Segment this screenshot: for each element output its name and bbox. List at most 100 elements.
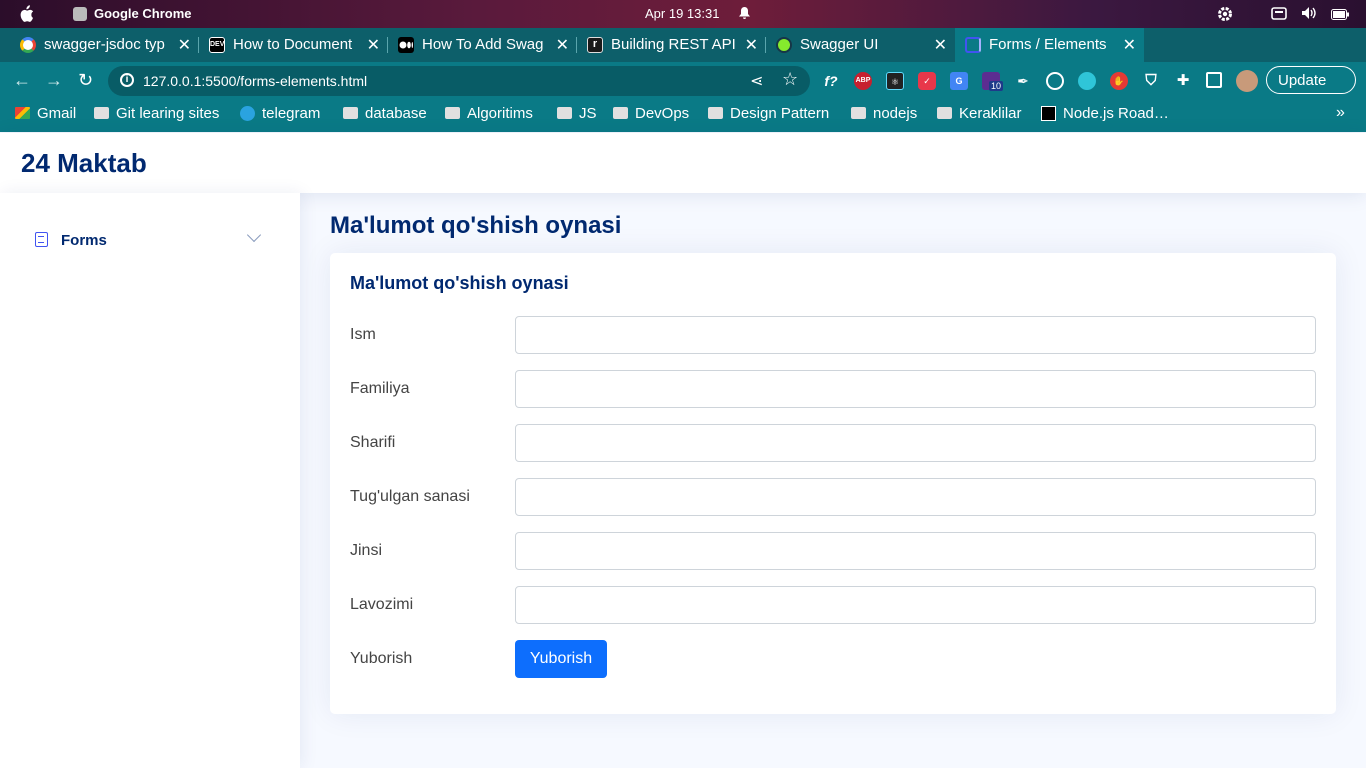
gmail-icon (15, 107, 30, 119)
roadmap-icon (1041, 106, 1056, 121)
roadmap-icon: r (587, 37, 603, 53)
shield-extension-icon[interactable]: ⛉ (1142, 72, 1160, 90)
tab-title: Swagger UI (800, 36, 879, 53)
form-row-familiya: Familiya (350, 370, 1316, 408)
google-icon (20, 37, 36, 53)
bookmark-design-pattern[interactable]: Design Pattern (708, 105, 829, 122)
battery-icon[interactable] (1331, 8, 1349, 23)
google-translate-icon[interactable]: G (950, 72, 968, 90)
tab-close-icon[interactable]: ✕ (178, 35, 191, 55)
bookmark-algoritims[interactable]: Algoritims (445, 105, 533, 122)
adblock-plus-icon[interactable]: ABP (854, 72, 872, 90)
tab-forms-elements[interactable]: Forms / Elements ✕ (955, 28, 1144, 62)
apple-icon[interactable] (18, 5, 34, 23)
lavozimi-input[interactable] (515, 586, 1316, 624)
tab-title: Building REST API (611, 36, 736, 53)
bell-icon[interactable] (739, 7, 750, 23)
url-text[interactable]: 127.0.0.1:5500/forms-elements.html (143, 73, 367, 89)
address-bar[interactable]: i 127.0.0.1:5500/forms-elements.html ⋖ ☆ (108, 66, 810, 96)
folder-icon (445, 107, 460, 119)
keyboard-icon[interactable] (1271, 7, 1287, 23)
share-icon[interactable]: ⋖ (750, 71, 763, 91)
card-title: Ma'lumot qo'shish oynasi (350, 273, 569, 293)
tab-close-icon[interactable]: ✕ (1123, 35, 1136, 55)
form-row-ism: Ism (350, 316, 1316, 354)
bookmark-js[interactable]: JS (557, 105, 597, 122)
bookmark-nodejs-roadmap[interactable]: Node.js Road… (1041, 105, 1169, 122)
ism-input[interactable] (515, 316, 1316, 354)
bookmark-git-learing-sites[interactable]: Git learing sites (94, 105, 219, 122)
update-button[interactable]: Update (1266, 66, 1356, 94)
bookmark-star-icon[interactable]: ☆ (782, 69, 798, 90)
tab-close-icon[interactable]: ✕ (934, 35, 947, 55)
submit-button[interactable]: Yuborish (515, 640, 607, 678)
circle-target-extension-icon[interactable] (1046, 72, 1064, 90)
forward-arrow-icon[interactable]: → (45, 70, 63, 91)
sharifi-input[interactable] (515, 424, 1316, 462)
sidebar-item-forms[interactable]: Forms (20, 223, 280, 259)
tab-swagger-ui[interactable]: Swagger UI ✕ (766, 28, 955, 62)
niceadmin-logo-icon (965, 37, 981, 53)
sidebar-item-label: Forms (61, 232, 107, 249)
settings-gear-icon[interactable] (1216, 5, 1234, 26)
form-row-lavozimi: Lavozimi (350, 586, 1316, 624)
familiya-input[interactable] (515, 370, 1316, 408)
form-row-jinsi: Jinsi (350, 532, 1316, 570)
jinsi-input[interactable] (515, 532, 1316, 570)
tugulgan-sanasi-input[interactable] (515, 478, 1316, 516)
medium-icon (398, 37, 414, 53)
form-card: Ma'lumot qo'shish oynasi Ism Familiya Sh… (330, 253, 1336, 714)
field-label: Sharifi (350, 434, 396, 451)
more-bookmarks-chevron-icon[interactable]: » (1336, 104, 1345, 122)
site-logo[interactable]: 24 Maktab (21, 148, 147, 179)
side-panel-icon[interactable] (1206, 72, 1222, 88)
tab-close-icon[interactable]: ✕ (556, 35, 569, 55)
clock[interactable]: Apr 19 13:31 (645, 6, 719, 21)
tab-how-to-add-swagger[interactable]: How To Add Swag ✕ (388, 28, 577, 62)
bookmark-nodejs[interactable]: nodejs (851, 105, 917, 122)
app-name[interactable]: Google Chrome (94, 6, 192, 21)
tab-close-icon[interactable]: ✕ (745, 35, 758, 55)
back-arrow-icon[interactable]: ← (13, 70, 31, 91)
journal-text-icon (35, 232, 48, 247)
tab-swagger-jsdoc[interactable]: swagger-jsdoc typ ✕ (10, 28, 199, 62)
bookmark-keraklilar[interactable]: Keraklilar (937, 105, 1022, 122)
font-ninja-extension-icon[interactable]: f? (822, 72, 840, 90)
page-header: 24 Maktab (0, 133, 1366, 193)
extension-badge: 10 (989, 81, 1004, 91)
folder-icon (613, 107, 628, 119)
field-label: Tug'ulgan sanasi (350, 488, 470, 505)
volume-icon[interactable] (1301, 6, 1317, 23)
swagger-icon (776, 37, 792, 53)
folder-icon (708, 107, 723, 119)
dev-to-icon: DEV (209, 37, 225, 53)
folder-icon (851, 107, 866, 119)
extensions-puzzle-icon[interactable]: ✚ (1174, 72, 1192, 90)
tab-strip: swagger-jsdoc typ ✕ DEV How to Document … (0, 28, 1366, 83)
bookmark-gmail[interactable]: Gmail (15, 105, 76, 122)
bookmark-database[interactable]: database (343, 105, 427, 122)
bookmark-telegram[interactable]: telegram (240, 105, 320, 122)
color-picker-extension-icon[interactable]: ✒ (1014, 72, 1032, 90)
bookmark-devops[interactable]: DevOps (613, 105, 689, 122)
tab-title: swagger-jsdoc typ (44, 36, 165, 53)
browser-toolbar: ← → ↻ i 127.0.0.1:5500/forms-elements.ht… (0, 62, 1366, 100)
hand-stop-extension-icon[interactable]: ✋ (1110, 72, 1128, 90)
reload-icon[interactable]: ↻ (78, 70, 93, 91)
todoist-extension-icon[interactable]: ✓ (918, 72, 936, 90)
bookmarks-bar: Gmail Git learing sites telegram databas… (0, 100, 1366, 132)
tab-close-icon[interactable]: ✕ (367, 35, 380, 55)
field-label: Ism (350, 326, 376, 343)
tab-building-rest-api[interactable]: r Building REST API ✕ (577, 28, 766, 62)
react-devtools-icon[interactable]: ⚛ (886, 72, 904, 90)
profile-avatar[interactable] (1236, 70, 1258, 92)
site-info-icon[interactable]: i (120, 73, 134, 87)
submit-row-label: Yuborish (350, 650, 413, 667)
chevron-down-icon[interactable] (246, 227, 262, 243)
telegram-icon (240, 106, 255, 121)
os-top-bar: Google Chrome Apr 19 13:31 (0, 0, 1366, 28)
tab-how-to-document[interactable]: DEV How to Document ✕ (199, 28, 388, 62)
folder-icon (94, 107, 109, 119)
form-row-tugulgan-sanasi: Tug'ulgan sanasi (350, 478, 1316, 516)
chat-extension-icon[interactable] (1078, 72, 1096, 90)
